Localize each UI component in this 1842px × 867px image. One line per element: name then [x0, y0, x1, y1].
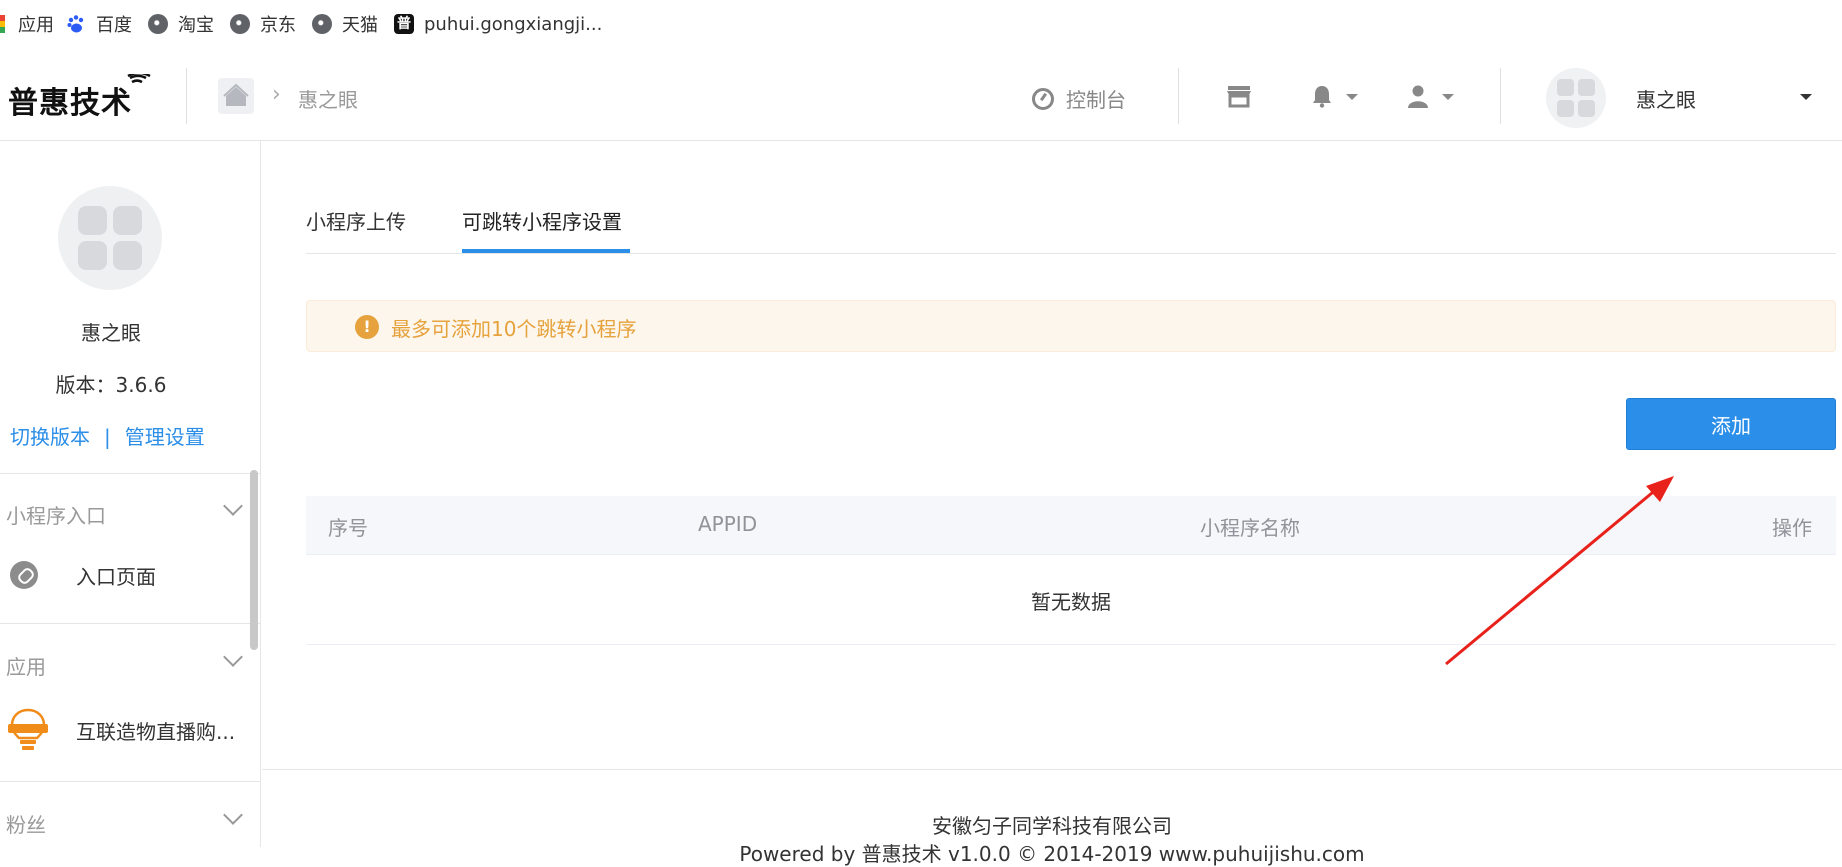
header-divider: [186, 68, 187, 124]
sidebar-item-label: 入口页面: [76, 564, 156, 589]
column-header-name: 小程序名称: [1200, 516, 1300, 540]
console-link[interactable]: 控制台: [1032, 84, 1126, 113]
baidu-paw-icon: [67, 15, 84, 33]
chevron-down-icon[interactable]: [1442, 94, 1454, 100]
app-avatar: [58, 186, 162, 290]
dashboard-icon: [1032, 87, 1054, 110]
manage-settings-link[interactable]: 管理设置: [125, 425, 205, 449]
chevron-down-icon[interactable]: [223, 647, 243, 667]
footer-divider: [262, 769, 1842, 770]
sidebar-section-miniprogram-entry[interactable]: 小程序入口: [6, 500, 106, 529]
chevron-down-icon[interactable]: [223, 496, 243, 516]
bookmark-label: 京东: [260, 15, 296, 36]
column-header-actions: 操作: [1772, 516, 1812, 540]
warning-alert: ! 最多可添加10个跳转小程序: [306, 300, 1836, 352]
bookmarks-bar: 应用 百度 淘宝 京东 天猫 普 puhui.gongxiangji...: [0, 0, 1842, 48]
annotation-arrow: [1445, 476, 1674, 666]
bookmark-label: 淘宝: [178, 15, 214, 36]
link-icon: [10, 561, 38, 589]
app-name: 惠之眼: [81, 321, 141, 345]
live-shop-app-icon: [8, 708, 48, 750]
sidebar-divider: [0, 781, 260, 782]
home-icon: [223, 83, 249, 106]
column-header-appid: APPID: [698, 512, 758, 536]
bookmark-tmall[interactable]: 天猫: [312, 12, 378, 36]
footer-company: 安徽匀子同学科技有限公司: [932, 814, 1172, 838]
bookmark-label: puhui.gongxiangji...: [424, 13, 603, 35]
sidebar-section-apps[interactable]: 应用: [6, 651, 46, 680]
bookmark-puhui[interactable]: 普 puhui.gongxiangji...: [394, 12, 602, 36]
info-icon: !: [355, 315, 379, 339]
sidebar-item-live-shop[interactable]: 互联造物直播购...: [0, 691, 248, 769]
bookmark-apps[interactable]: 应用: [18, 12, 54, 36]
account-dropdown-icon[interactable]: [1800, 94, 1812, 100]
bookmark-taobao[interactable]: 淘宝: [148, 12, 214, 36]
account-avatar[interactable]: [1546, 68, 1606, 128]
sidebar-item-entry-page[interactable]: 入口页面: [0, 536, 248, 614]
header-divider: [1500, 68, 1501, 124]
tab-miniprogram-upload[interactable]: 小程序上传: [306, 206, 406, 235]
puhui-icon: 普: [394, 14, 414, 34]
top-header: 普惠技术 › 惠之眼 控制台 惠之眼: [0, 48, 1842, 141]
tabs-divider: [306, 253, 1836, 254]
link-divider: |: [104, 425, 111, 449]
sidebar-item-label: 互联造物直播购...: [76, 719, 236, 744]
add-button[interactable]: 添加: [1626, 398, 1836, 450]
bookmark-baidu[interactable]: 百度: [66, 12, 132, 36]
chevron-right-icon: ›: [272, 82, 281, 107]
signal-wave-icon: [127, 74, 151, 84]
column-header-index: 序号: [328, 516, 368, 540]
chevron-down-icon[interactable]: [1346, 94, 1358, 100]
footer-powered-by: Powered by 普惠技术 v1.0.0 © 2014-2019 www.p…: [739, 842, 1365, 866]
sidebar-section-fans[interactable]: 粉丝: [6, 809, 46, 838]
globe-icon: [230, 14, 250, 34]
sidebar-scrollbar[interactable]: [250, 470, 258, 650]
chevron-down-icon[interactable]: [223, 805, 243, 825]
sidebar: 惠之眼 版本：3.6.6 切换版本 | 管理设置 小程序入口 入口页面 应用 互联造…: [0, 141, 261, 847]
bell-icon[interactable]: [1310, 84, 1334, 108]
switch-version-link[interactable]: 切换版本: [10, 425, 90, 449]
sidebar-divider: [0, 623, 260, 624]
globe-icon: [312, 14, 332, 34]
tab-jump-miniprogram-settings[interactable]: 可跳转小程序设置: [462, 206, 622, 235]
bookmark-label: 天猫: [342, 15, 378, 36]
globe-icon: [148, 14, 168, 34]
app-version: 版本：3.6.6: [55, 373, 167, 397]
apps-grid-icon[interactable]: [0, 15, 5, 33]
brand-logo[interactable]: 普惠技术: [8, 78, 132, 122]
sidebar-divider: [0, 473, 260, 474]
breadcrumb-current: 惠之眼: [298, 88, 358, 112]
bookmark-jd[interactable]: 京东: [230, 12, 296, 36]
bookmark-label: 百度: [96, 15, 132, 36]
home-button[interactable]: [218, 78, 254, 114]
store-icon[interactable]: [1226, 84, 1252, 108]
bookmark-label: 应用: [18, 15, 54, 36]
console-label: 控制台: [1066, 88, 1126, 112]
account-name[interactable]: 惠之眼: [1636, 84, 1696, 113]
header-divider: [1178, 68, 1179, 124]
user-icon[interactable]: [1406, 84, 1430, 108]
alert-text: 最多可添加10个跳转小程序: [391, 317, 637, 341]
sidebar-links: 切换版本 | 管理设置: [10, 421, 205, 450]
